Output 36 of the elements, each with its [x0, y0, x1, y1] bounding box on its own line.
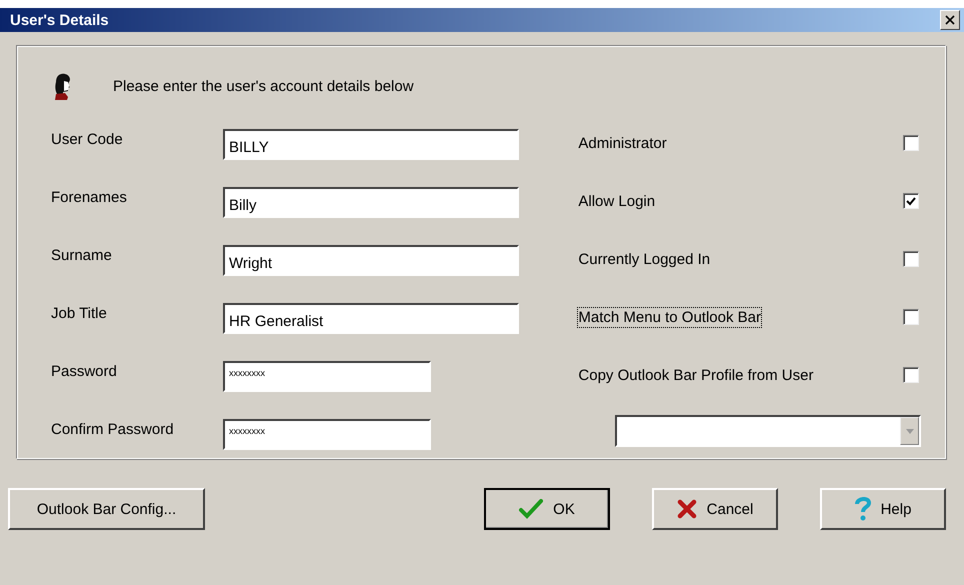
help-button[interactable]: Help — [820, 488, 946, 530]
check-icon — [519, 499, 544, 519]
input-field[interactable]: HR Generalist — [223, 303, 519, 334]
input-field[interactable]: Wright — [223, 245, 519, 276]
option-label: Match Menu to Outlook Bar — [577, 306, 762, 328]
cross-icon — [676, 499, 697, 519]
close-icon — [945, 15, 955, 25]
instruction-text: Please enter the user's account details below — [113, 78, 414, 94]
user-dropdown[interactable] — [615, 415, 921, 447]
tick-icon — [906, 196, 916, 206]
checkbox[interactable] — [903, 367, 919, 383]
option-label: Administrator — [577, 134, 668, 154]
cancel-button[interactable]: Cancel — [652, 488, 778, 530]
person-icon — [53, 72, 73, 100]
field-label: Forenames — [51, 188, 128, 206]
close-button[interactable] — [940, 10, 960, 30]
checkbox[interactable] — [903, 135, 919, 151]
field-label: Confirm Password — [51, 420, 175, 438]
option-label: Copy Outlook Bar Profile from User — [577, 366, 814, 386]
ok-button[interactable]: OK — [484, 488, 610, 530]
field-label: User Code — [51, 130, 124, 148]
field-label: Job Title — [51, 304, 108, 322]
input-field[interactable]: Billy — [223, 187, 519, 218]
config-button[interactable]: Outlook Bar Config... — [8, 488, 205, 530]
input-field[interactable]: xxxxxxxx — [223, 419, 431, 450]
input-field[interactable]: xxxxxxxx — [223, 361, 431, 392]
checkbox[interactable] — [903, 309, 919, 325]
field-label: Password — [51, 362, 118, 380]
question-mark-icon — [854, 497, 871, 521]
checkbox[interactable] — [903, 193, 919, 209]
option-label: Allow Login — [577, 192, 656, 212]
input-field[interactable]: BILLY — [223, 129, 519, 160]
option-label: Currently Logged In — [577, 250, 712, 270]
field-label: Surname — [51, 246, 113, 264]
window-title: User's Details — [10, 12, 109, 28]
checkbox[interactable] — [903, 251, 919, 267]
